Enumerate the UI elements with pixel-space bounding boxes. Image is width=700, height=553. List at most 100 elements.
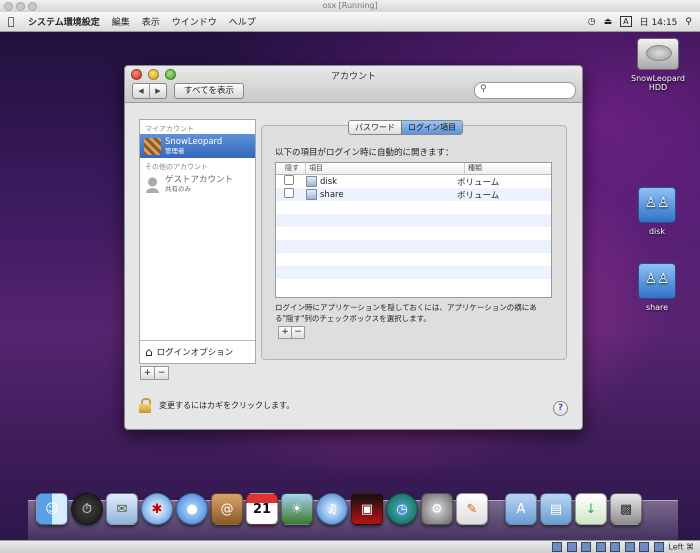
- window-toolbar: アカウント ◀ ▶ すべてを表示 ⚲: [125, 66, 582, 103]
- item-kind: ボリューム: [457, 177, 500, 188]
- add-login-item-button[interactable]: +: [278, 326, 292, 339]
- network-volume-icon: ♙♙: [638, 187, 676, 223]
- column-header-kind[interactable]: 種類: [465, 163, 551, 174]
- other-accounts-header: その他のアカウント: [145, 163, 208, 171]
- dashboard-icon[interactable]: ⏱: [71, 493, 103, 525]
- photo-booth-icon[interactable]: ▣: [351, 493, 383, 525]
- login-options-label: ログインオプション: [156, 348, 234, 358]
- back-forward-buttons: ◀ ▶: [132, 83, 167, 99]
- vm-window-title: osx [Running]: [322, 1, 378, 10]
- lock-icon[interactable]: [139, 398, 151, 413]
- guest-account-name: ゲストアカウント: [165, 175, 234, 185]
- help-button[interactable]: ?: [553, 401, 568, 416]
- item-name: share: [320, 189, 344, 200]
- virtualization-status-icon[interactable]: [639, 542, 650, 552]
- documents-folder-icon[interactable]: ▤: [540, 493, 572, 525]
- desktop-share-icon[interactable]: ♙♙ share: [627, 263, 687, 312]
- empty-row: [276, 214, 551, 227]
- safari-icon[interactable]: ✱: [141, 493, 173, 525]
- item-kind: ボリューム: [457, 190, 500, 201]
- applications-folder-icon[interactable]: A: [505, 493, 537, 525]
- accounts-window: アカウント ◀ ▶ すべてを表示 ⚲ マイアカウント SnowLeopard 管…: [124, 65, 583, 430]
- remove-account-button[interactable]: −: [154, 366, 169, 380]
- recording-status-icon[interactable]: [624, 542, 635, 552]
- tab-password[interactable]: パスワード: [349, 121, 401, 134]
- address-book-icon[interactable]: @: [211, 493, 243, 525]
- volume-icon: [306, 189, 317, 200]
- tab-login-items[interactable]: ログイン項目: [401, 121, 462, 134]
- ichat-icon[interactable]: ●: [176, 493, 208, 525]
- table-row[interactable]: share ボリューム: [276, 188, 551, 201]
- shared-folders-status-icon[interactable]: [595, 542, 606, 552]
- account-item-snowleopard[interactable]: SnowLeopard 管理者: [140, 134, 255, 158]
- guest-user-icon: [144, 175, 161, 193]
- menu-window[interactable]: ウインドウ: [166, 15, 223, 28]
- empty-row: [276, 240, 551, 253]
- desktop-hdd-icon[interactable]: SnowLeopard HDD: [628, 38, 688, 92]
- remove-login-item-button[interactable]: −: [291, 326, 305, 339]
- hard-drive-icon: [637, 38, 679, 70]
- desktop-disk-icon[interactable]: ♙♙ disk: [627, 187, 687, 236]
- hdd-status-icon[interactable]: [552, 542, 563, 552]
- account-name: SnowLeopard: [165, 137, 223, 147]
- show-all-button[interactable]: すべてを表示: [174, 83, 244, 99]
- login-items-table: 隠す 項目 種類 disk ボリューム share ボリューム: [275, 162, 552, 298]
- item-name: disk: [320, 176, 338, 187]
- menu-help[interactable]: ヘルプ: [223, 15, 262, 28]
- time-machine-status-icon[interactable]: ◷: [588, 17, 596, 27]
- itunes-icon[interactable]: ♫: [316, 493, 348, 525]
- add-account-button[interactable]: +: [140, 366, 155, 380]
- guest-account-role: 共有のみ: [165, 185, 191, 193]
- my-account-header: マイアカウント: [145, 125, 194, 133]
- usb-status-icon[interactable]: [581, 542, 592, 552]
- forward-arrow-icon[interactable]: ▶: [150, 84, 166, 98]
- menu-edit[interactable]: 編集: [106, 15, 136, 28]
- empty-row: [276, 266, 551, 279]
- downloads-stack-icon[interactable]: ↓: [575, 493, 607, 525]
- hide-checkbox[interactable]: [284, 175, 294, 185]
- house-icon: ⌂: [145, 345, 153, 359]
- volume-icon: [306, 176, 317, 187]
- login-options-item[interactable]: ⌂ ログインオプション: [140, 340, 255, 363]
- network-status-icon[interactable]: [610, 542, 621, 552]
- spotlight-icon[interactable]: ⚲: [685, 17, 692, 27]
- account-item-guest[interactable]: ゲストアカウント 共有のみ: [140, 172, 255, 196]
- ical-icon[interactable]: 21: [246, 493, 278, 525]
- finder-icon[interactable]: ☺: [36, 493, 68, 525]
- preview-icon[interactable]: ✎: [456, 493, 488, 525]
- back-arrow-icon[interactable]: ◀: [133, 84, 150, 98]
- apple-menu-icon[interactable]: : [0, 15, 22, 28]
- eject-icon[interactable]: ⏏: [604, 17, 613, 27]
- user-avatar-icon: [144, 137, 161, 155]
- table-row[interactable]: disk ボリューム: [276, 175, 551, 188]
- input-menu-icon[interactable]: A: [620, 16, 632, 27]
- vm-status-icons: Left ⌘: [552, 542, 694, 552]
- network-volume-icon: ♙♙: [638, 263, 676, 299]
- lock-text: 変更するにはカギをクリックします。: [159, 400, 295, 410]
- time-machine-icon[interactable]: ◷: [386, 493, 418, 525]
- optical-status-icon[interactable]: [566, 542, 577, 552]
- column-header-hide[interactable]: 隠す: [276, 163, 306, 174]
- mail-icon[interactable]: ✉: [106, 493, 138, 525]
- mouse-integration-icon[interactable]: [653, 542, 664, 552]
- column-header-item[interactable]: 項目: [306, 163, 465, 174]
- empty-row: [276, 227, 551, 240]
- accounts-sidebar: マイアカウント SnowLeopard 管理者 その他のアカウント ゲストアカウ…: [139, 119, 256, 364]
- desktop-hdd-label: SnowLeopard HDD: [631, 74, 685, 92]
- menu-bar:  システム環境設定 編集 表示 ウインドウ ヘルプ ◷ ⏏ A 日 14:15…: [0, 12, 700, 32]
- system-preferences-icon[interactable]: ⚙: [421, 493, 453, 525]
- trash-icon[interactable]: ▩: [610, 493, 642, 525]
- hide-checkbox[interactable]: [284, 188, 294, 198]
- menu-clock[interactable]: 日 14:15: [640, 15, 678, 28]
- lock-row: 変更するにはカギをクリックします。: [139, 398, 295, 413]
- tab-control: パスワード ログイン項目: [348, 120, 463, 135]
- iphoto-icon[interactable]: ☀: [281, 493, 313, 525]
- menu-view[interactable]: 表示: [136, 15, 166, 28]
- empty-row: [276, 253, 551, 266]
- host-key-label: Left ⌘: [668, 542, 694, 552]
- window-title: アカウント: [330, 72, 376, 82]
- menu-app-name[interactable]: システム環境設定: [22, 15, 106, 28]
- table-header: 隠す 項目 種類: [276, 163, 551, 175]
- hide-note: ログイン時にアプリケーションを隠しておくには、アプリケーションの横にある"隠す"…: [275, 303, 537, 323]
- search-field[interactable]: ⚲: [474, 82, 576, 99]
